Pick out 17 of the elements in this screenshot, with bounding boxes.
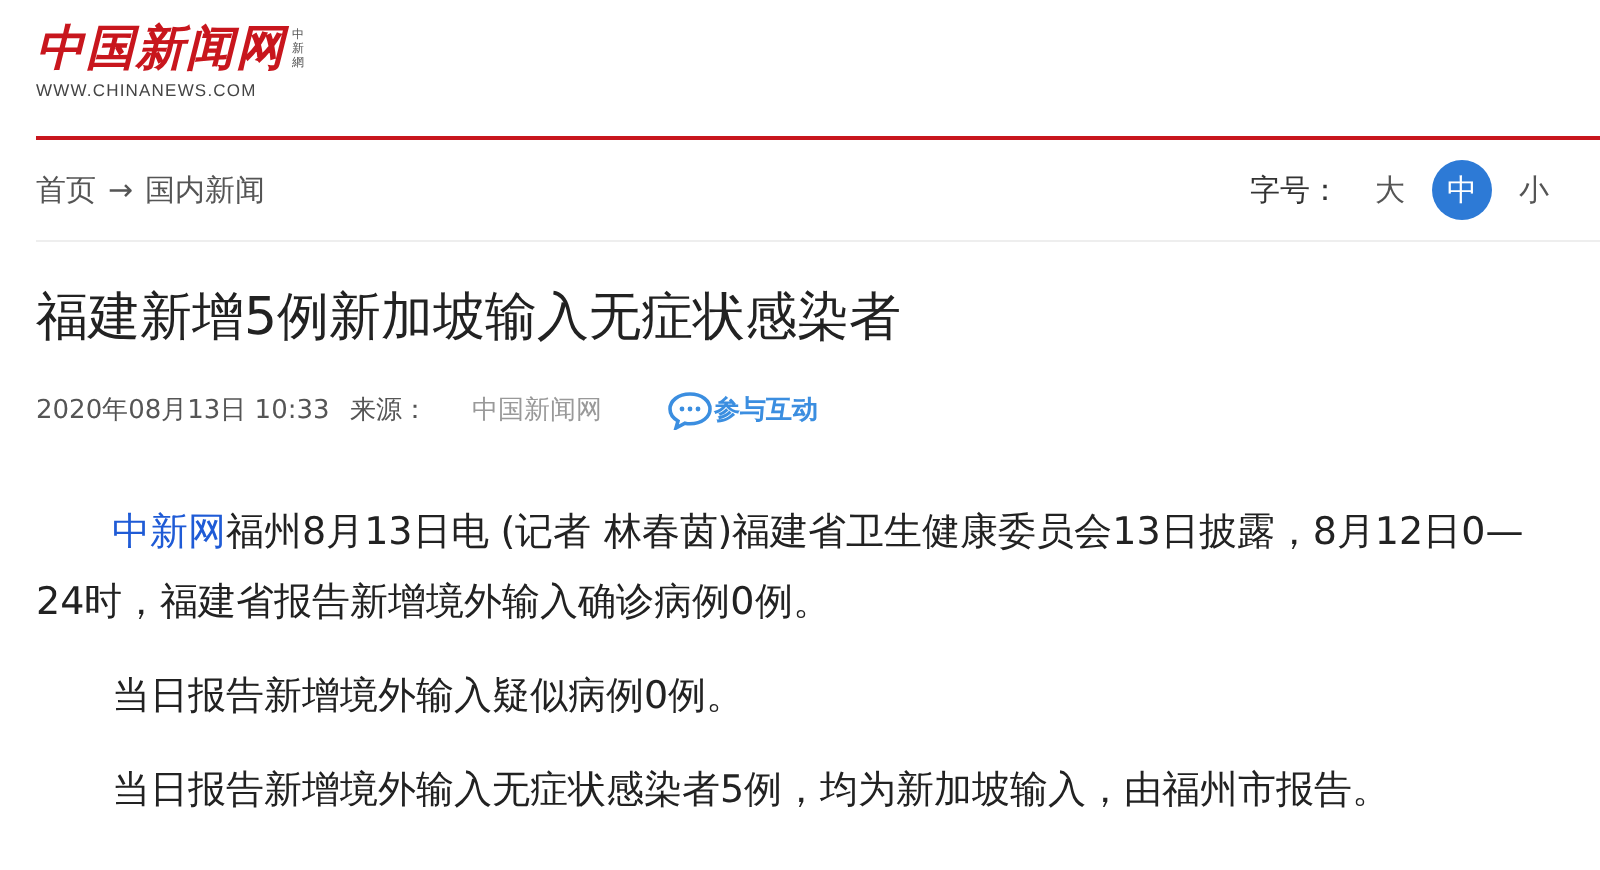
breadcrumb-link[interactable]: 首页	[36, 171, 96, 209]
font-size-option[interactable]: 大	[1360, 160, 1420, 220]
font-size-label: 字号：	[1250, 171, 1340, 209]
article-title: 福建新增5例新加坡输入无症状感染者	[36, 286, 904, 352]
breadcrumb-link[interactable]: 国内新闻	[145, 171, 266, 209]
source-label: 来源：	[349, 394, 428, 428]
site-link[interactable]: 中新网	[112, 510, 226, 554]
article-paragraph: 中新网福州8月13日电 (记者 林春茵)福建省卫生健康委员会13日披露，8月12日0—24时，福建省报告新增境外输入确诊病例0例。	[36, 508, 1526, 628]
source-name: 中国新闻网	[471, 394, 602, 428]
site-url: WWW.CHINANEWS.COM	[36, 80, 259, 100]
article-paragraph: 当日报告新增境外输入疑似病例0例。	[110, 672, 747, 722]
breadcrumb-separator: →	[108, 171, 134, 209]
font-size-option[interactable]: 小	[1504, 160, 1564, 220]
chat-bubble-icon	[665, 390, 714, 430]
font-size-option[interactable]: 中	[1432, 160, 1492, 220]
article-paragraph: 当日报告新增境外输入无症状感染者5例，均为新加坡输入，由福州市报告。	[110, 766, 1393, 816]
publish-time: 2020年08月13日 10:33	[36, 394, 330, 428]
